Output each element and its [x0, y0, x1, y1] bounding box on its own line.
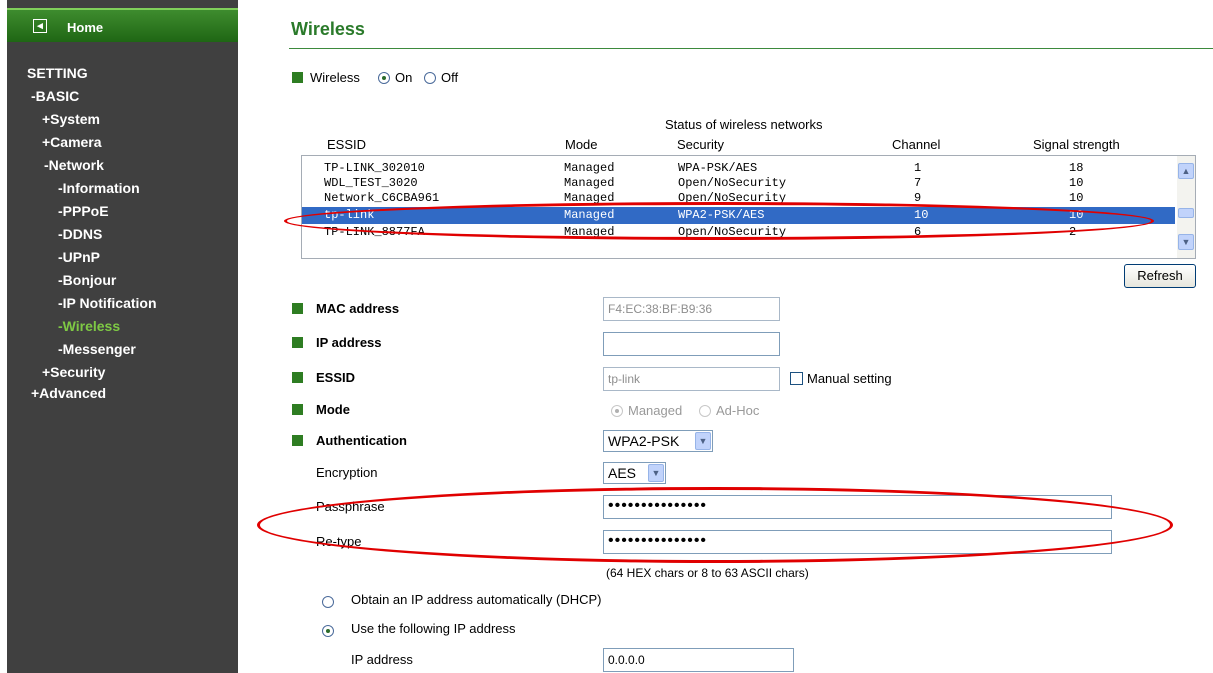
auth-select[interactable]: WPA2-PSK ▼	[603, 430, 713, 452]
mode-managed-radio	[611, 405, 623, 417]
cell-signal: 2	[1069, 225, 1077, 239]
cell-mode: Managed	[564, 225, 615, 239]
chevron-down-icon[interactable]: ▼	[695, 432, 711, 450]
cell-mode: Managed	[564, 208, 615, 222]
table-row[interactable]: TP-LINK_8877FA Managed Open/NoSecurity 6…	[302, 225, 1175, 240]
wireless-on-radio[interactable]	[378, 72, 390, 84]
list-scrollbar[interactable]: ▲ ▼	[1177, 156, 1195, 258]
cell-signal: 18	[1069, 161, 1084, 175]
main-content: Wireless Wireless On Off Status of wirel…	[0, 0, 1213, 673]
dhcp-radio[interactable]	[322, 596, 334, 608]
encryption-select-value: AES	[608, 465, 637, 481]
mac-label: MAC address	[316, 301, 400, 316]
mode-label: Mode	[316, 402, 350, 417]
static-ip-label[interactable]: Use the following IP address	[351, 621, 516, 636]
cell-signal: 10	[1069, 208, 1084, 222]
auth-select-value: WPA2-PSK	[608, 433, 680, 449]
bullet-icon	[292, 372, 303, 383]
cell-security: Open/NoSecurity	[678, 225, 787, 239]
page-title: Wireless	[291, 19, 365, 39]
bullet-icon	[292, 404, 303, 415]
manual-setting-label[interactable]: Manual setting	[807, 371, 892, 386]
essid-field: tp-link	[603, 367, 780, 391]
ip-field[interactable]	[603, 332, 780, 356]
title-divider	[289, 48, 1213, 49]
cell-security: Open/NoSecurity	[678, 191, 787, 205]
wireless-on-label[interactable]: On	[395, 70, 412, 85]
passphrase-hint: (64 HEX chars or 8 to 63 ASCII chars)	[606, 566, 809, 580]
chevron-down-icon[interactable]: ▼	[648, 464, 664, 482]
mode-adhoc-radio	[699, 405, 711, 417]
cell-essid: WDL_TEST_3020	[324, 176, 418, 190]
header-mode: Mode	[565, 137, 598, 152]
retype-field[interactable]: •••••••••••••••	[603, 530, 1112, 554]
passphrase-field[interactable]: •••••••••••••••	[603, 495, 1112, 519]
scroll-thumb[interactable]	[1178, 208, 1194, 218]
network-list[interactable]: TP-LINK_302010 Managed WPA-PSK/AES 1 18 …	[301, 155, 1196, 259]
header-channel: Channel	[892, 137, 941, 152]
dhcp-label[interactable]: Obtain an IP address automatically (DHCP…	[351, 592, 601, 607]
mode-managed-label: Managed	[628, 403, 683, 418]
cell-essid: Network_C6CBA961	[324, 191, 440, 205]
cell-security: Open/NoSecurity	[678, 176, 787, 190]
header-security: Security	[677, 137, 724, 152]
static-ip-address-label: IP address	[351, 652, 413, 667]
static-ip-radio[interactable]	[322, 625, 334, 637]
cell-channel: 7	[914, 176, 922, 190]
essid-label: ESSID	[316, 370, 356, 385]
table-row[interactable]: TP-LINK_302010 Managed WPA-PSK/AES 1 18	[302, 161, 1175, 176]
cell-channel: 6	[914, 225, 922, 239]
header-essid: ESSID	[327, 137, 367, 152]
cell-mode: Managed	[564, 161, 615, 175]
bullet-icon	[292, 435, 303, 446]
cell-security: WPA-PSK/AES	[678, 161, 758, 175]
cell-mode: Managed	[564, 176, 615, 190]
cell-signal: 10	[1069, 176, 1084, 190]
bullet-icon	[292, 72, 303, 83]
scroll-up-icon[interactable]: ▲	[1178, 163, 1194, 179]
cell-channel: 1	[914, 161, 922, 175]
manual-setting-checkbox[interactable]	[790, 372, 803, 385]
cell-essid: TP-LINK_8877FA	[324, 225, 425, 239]
table-row[interactable]: Network_C6CBA961 Managed Open/NoSecurity…	[302, 191, 1175, 206]
cell-channel: 10	[914, 208, 929, 222]
auth-label: Authentication	[316, 433, 407, 448]
cell-mode: Managed	[564, 191, 615, 205]
cell-essid: TP-LINK_302010	[324, 161, 425, 175]
scroll-down-icon[interactable]: ▼	[1178, 234, 1194, 250]
encryption-label: Encryption	[316, 465, 378, 480]
cell-signal: 10	[1069, 191, 1084, 205]
passphrase-label: Passphrase	[316, 499, 385, 514]
bullet-icon	[292, 303, 303, 314]
mac-field: F4:EC:38:BF:B9:36	[603, 297, 780, 321]
refresh-button[interactable]: Refresh	[1124, 264, 1196, 288]
table-caption: Status of wireless networks	[665, 117, 823, 132]
encryption-select[interactable]: AES ▼	[603, 462, 666, 484]
table-row[interactable]: WDL_TEST_3020 Managed Open/NoSecurity 7 …	[302, 176, 1175, 191]
wireless-off-radio[interactable]	[424, 72, 436, 84]
cell-essid: tp-link	[324, 208, 375, 222]
cell-channel: 9	[914, 191, 922, 205]
wireless-label: Wireless	[310, 70, 360, 85]
wireless-off-label[interactable]: Off	[441, 70, 458, 85]
cell-security: WPA2-PSK/AES	[678, 208, 765, 222]
retype-label: Re-type	[316, 534, 362, 549]
header-signal: Signal strength	[1033, 137, 1120, 152]
static-ip-address-field[interactable]: 0.0.0.0	[603, 648, 794, 672]
bullet-icon	[292, 337, 303, 348]
table-row-selected[interactable]: tp-link Managed WPA2-PSK/AES 10 10	[302, 207, 1175, 224]
mode-adhoc-label: Ad-Hoc	[716, 403, 760, 418]
ip-label: IP address	[316, 335, 382, 350]
